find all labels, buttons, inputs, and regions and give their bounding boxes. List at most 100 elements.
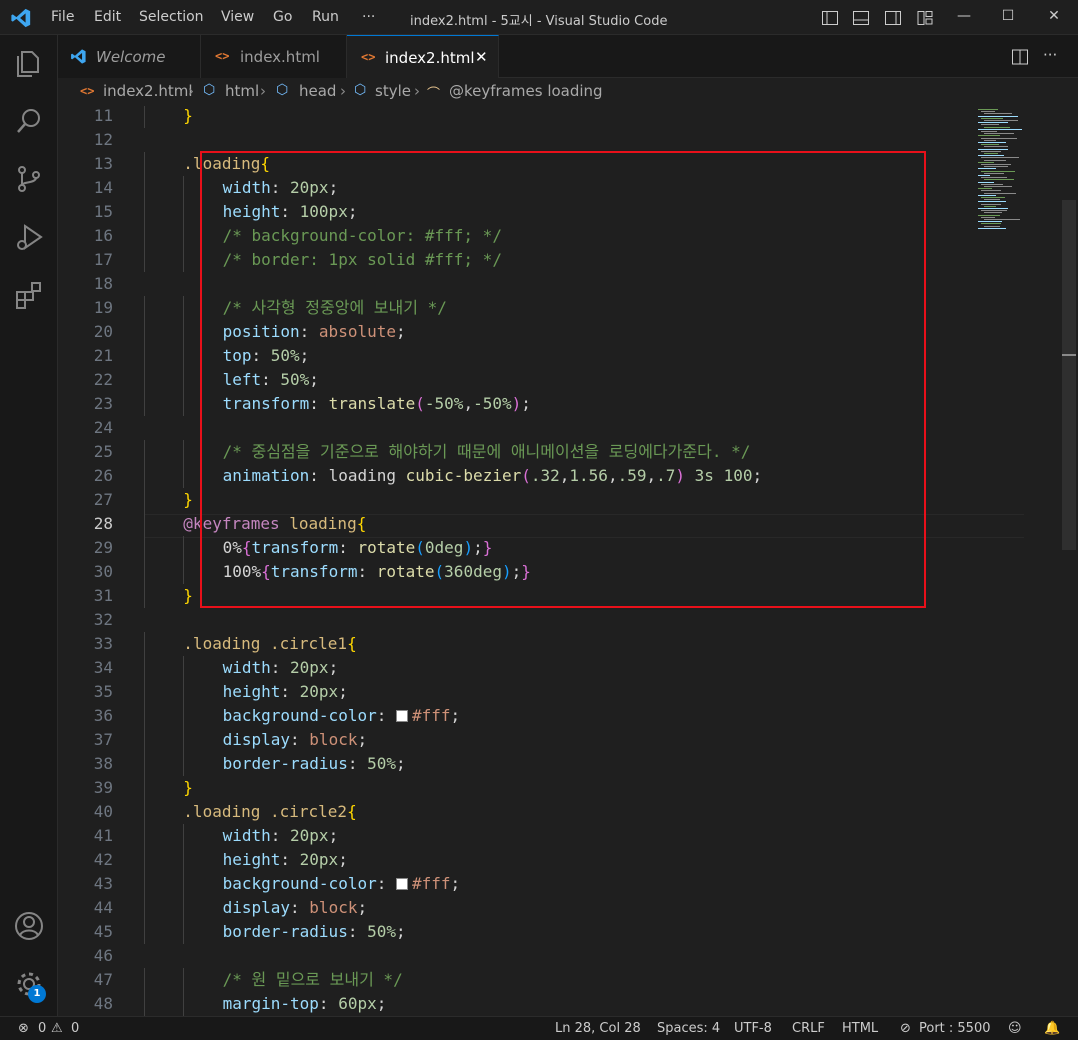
- indent-guide: [144, 392, 145, 416]
- menu-run[interactable]: Run: [312, 9, 339, 25]
- code-line[interactable]: 47 /* 원 밑으로 보내기 */: [58, 968, 1078, 992]
- code-line[interactable]: 35 height: 20px;: [58, 680, 1078, 704]
- tab-index2-html[interactable]: <> index2.html ✕: [347, 35, 499, 78]
- line-number: 41: [93, 826, 113, 845]
- tab-bar: Welcome <> index.html <> index2.html ✕ ·…: [58, 35, 1078, 78]
- code-line[interactable]: 38 border-radius: 50%;: [58, 752, 1078, 776]
- minimap-line: [981, 111, 995, 113]
- code-line[interactable]: 44 display: block;: [58, 896, 1078, 920]
- language-mode[interactable]: HTML: [842, 1021, 878, 1036]
- search-icon[interactable]: [13, 105, 45, 137]
- color-swatch[interactable]: [395, 710, 408, 722]
- minimap-line: [981, 164, 1011, 165]
- code-line[interactable]: 34 width: 20px;: [58, 656, 1078, 680]
- breadcrumb-keyframes[interactable]: @keyframes loading: [449, 82, 603, 100]
- code-token: ;: [338, 682, 348, 701]
- live-server-port[interactable]: Port : 5500: [919, 1021, 991, 1036]
- code-line[interactable]: 40 .loading .circle2{: [58, 800, 1078, 824]
- copilot-icon[interactable]: ☺: [1008, 1021, 1022, 1036]
- indent-guide: [144, 680, 145, 704]
- code-line[interactable]: 39}: [58, 776, 1078, 800]
- code-token: ;: [450, 706, 461, 725]
- code-token: ;: [357, 898, 368, 917]
- minimap-line: [981, 144, 999, 146]
- split-editor-icon[interactable]: [1011, 48, 1029, 66]
- line-ending[interactable]: CRLF: [792, 1021, 825, 1036]
- minimap-line: [981, 197, 1005, 198]
- code-line[interactable]: 37 display: block;: [58, 728, 1078, 752]
- code-line[interactable]: 46: [58, 944, 1078, 968]
- customize-layout-icon[interactable]: [916, 9, 934, 27]
- close-icon[interactable]: ✕: [1044, 8, 1064, 28]
- minimize-icon[interactable]: —: [954, 8, 974, 28]
- line-number: 44: [93, 898, 113, 917]
- indent-guide: [183, 248, 185, 272]
- code-line[interactable]: 43 background-color: #fff;: [58, 872, 1078, 896]
- code-line[interactable]: 36 background-color: #fff;: [58, 704, 1078, 728]
- code-line[interactable]: 33 .loading .circle1{: [58, 632, 1078, 656]
- breadcrumb-style[interactable]: style: [375, 82, 411, 100]
- source-control-icon[interactable]: [13, 163, 45, 195]
- menu-view[interactable]: View: [221, 9, 254, 25]
- toggle-secondary-sidebar-icon[interactable]: [884, 9, 902, 27]
- error-count[interactable]: 0: [38, 1021, 46, 1036]
- notifications-bell-icon[interactable]: 🔔: [1044, 1021, 1060, 1036]
- line-number: 29: [93, 538, 113, 557]
- error-icon[interactable]: ⊗: [18, 1021, 29, 1036]
- code-editor[interactable]: 11} 12 13 .loading{14 width: 20px; 15 height: …: [58, 106, 1078, 1016]
- explorer-icon[interactable]: [13, 47, 45, 79]
- more-actions-icon[interactable]: ···: [1043, 46, 1057, 64]
- indentation[interactable]: Spaces: 4: [657, 1021, 720, 1036]
- breadcrumb-html[interactable]: html: [225, 82, 259, 100]
- minimap-line: [984, 225, 1000, 227]
- code-token: 60px: [338, 994, 377, 1013]
- minimap-line: [981, 170, 1015, 172]
- breadcrumb-file[interactable]: index2.html: [103, 82, 193, 100]
- maximize-icon[interactable]: ☐: [998, 8, 1018, 28]
- run-debug-icon[interactable]: [13, 221, 45, 253]
- line-number: 15: [93, 202, 113, 221]
- toggle-panel-icon[interactable]: [852, 9, 870, 27]
- code-line[interactable]: 42 height: 20px;: [58, 848, 1078, 872]
- line-number: 45: [93, 922, 113, 941]
- encoding[interactable]: UTF-8: [734, 1021, 772, 1036]
- code-line[interactable]: 32: [58, 608, 1078, 632]
- code-token: ;: [396, 922, 406, 941]
- line-number: 30: [93, 562, 113, 581]
- no-signal-icon[interactable]: ⊘: [900, 1021, 911, 1036]
- menu-file[interactable]: File: [51, 9, 74, 25]
- warning-count[interactable]: 0: [71, 1021, 79, 1036]
- warning-icon[interactable]: ⚠: [51, 1021, 63, 1036]
- code-token: :: [270, 658, 291, 677]
- vertical-scrollbar[interactable]: [1062, 200, 1076, 550]
- close-tab-icon[interactable]: ✕: [475, 48, 488, 66]
- breadcrumb-head[interactable]: head: [299, 82, 336, 100]
- menu-edit[interactable]: Edit: [94, 9, 121, 25]
- menu-go[interactable]: Go: [273, 9, 292, 25]
- indent-guide: [183, 320, 185, 344]
- indent-guide: [183, 224, 185, 248]
- menu-selection[interactable]: Selection: [139, 9, 204, 25]
- code-line[interactable]: 45 border-radius: 50%;: [58, 920, 1078, 944]
- code-token: ;: [328, 826, 339, 845]
- cursor-position[interactable]: Ln 28, Col 28: [555, 1021, 641, 1036]
- tab-welcome[interactable]: Welcome: [58, 35, 201, 78]
- indent-guide: [144, 872, 145, 896]
- indent-guide: [144, 440, 145, 464]
- accounts-icon[interactable]: [13, 910, 45, 942]
- line-number: 42: [93, 850, 113, 869]
- tab-index-html[interactable]: <> index.html: [201, 35, 347, 78]
- minimap-line: [978, 175, 990, 176]
- code-line[interactable]: 41 width: 20px;: [58, 824, 1078, 848]
- minimap-line: [984, 166, 1008, 168]
- menu-more[interactable]: ···: [362, 9, 375, 25]
- toggle-primary-sidebar-icon[interactable]: [821, 9, 839, 27]
- color-swatch[interactable]: [395, 878, 408, 890]
- code-line[interactable]: 11}: [58, 106, 1078, 128]
- minimap-line: [984, 139, 996, 141]
- extensions-icon[interactable]: [13, 279, 45, 311]
- code-line[interactable]: 48 margin-top: 60px;: [58, 992, 1078, 1016]
- code-line[interactable]: 12: [58, 128, 1078, 152]
- minimap-line: [981, 177, 1007, 179]
- minimap-line: [978, 221, 1002, 223]
